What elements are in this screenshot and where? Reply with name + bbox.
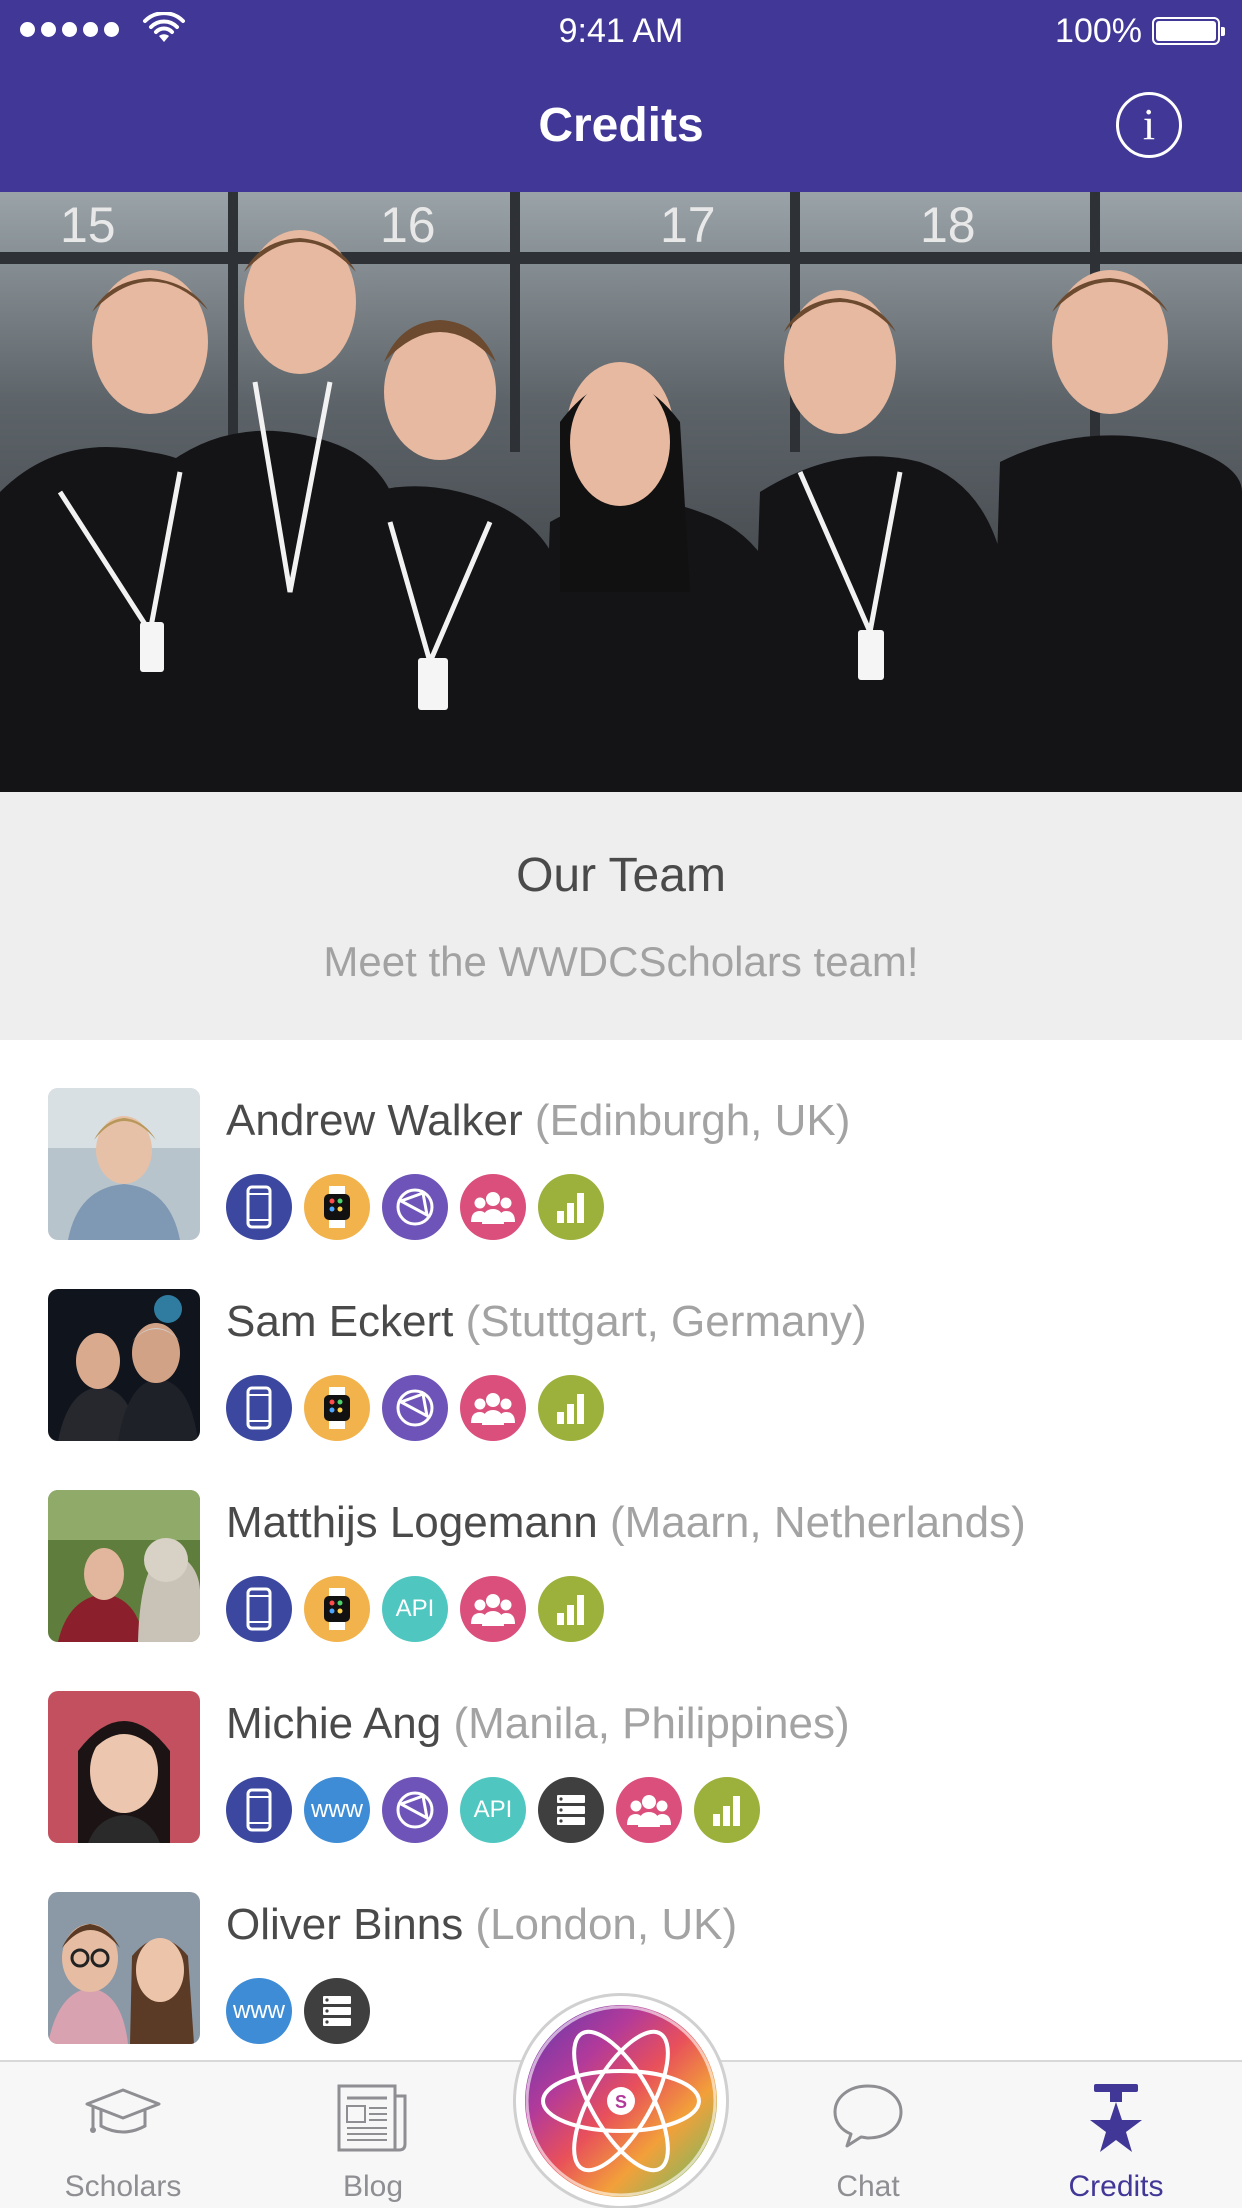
star-icon [1090, 2084, 1142, 2152]
watch-icon [304, 1375, 370, 1441]
svg-text:S: S [615, 2092, 627, 2112]
member-location: (Manila, Philippines) [453, 1699, 850, 1748]
page-title: Credits [538, 99, 704, 152]
member-name: Matthijs Logemann [226, 1498, 598, 1547]
tab-label: Chat [836, 2170, 900, 2203]
team-icon [460, 1375, 526, 1441]
tab-blog[interactable]: Blog [273, 2062, 473, 2208]
team-member-row[interactable]: Matthijs Logemann (Maarn, Netherlands) A… [0, 1442, 1242, 1642]
analytics-icon [694, 1777, 760, 1843]
svg-text:17: 17 [660, 197, 716, 253]
info-icon: i [1142, 100, 1156, 149]
battery-icon [1152, 17, 1225, 45]
member-location: (Edinburgh, UK) [534, 1096, 851, 1145]
iphone-icon [226, 1777, 292, 1843]
member-name-line: Andrew Walker (Edinburgh, UK) [226, 1096, 850, 1146]
team-photo: 15 16 17 18 [0, 192, 1242, 792]
team-intro-section: Our Team Meet the WWDCScholars team! [0, 792, 1242, 1040]
api-label: API [395, 1595, 435, 1622]
skill-badges [226, 1174, 604, 1240]
analytics-icon [538, 1174, 604, 1240]
section-subtitle: Meet the WWDCScholars team! [323, 938, 919, 985]
member-location: (London, UK) [475, 1900, 738, 1949]
graduation-cap-icon [85, 2088, 161, 2134]
team-member-list: Andrew Walker (Edinburgh, UK) Sam Eckert… [0, 1040, 1242, 2060]
member-name: Oliver Binns [226, 1900, 464, 1949]
api-label: API [473, 1796, 513, 1823]
tab-chat[interactable]: Chat [768, 2062, 968, 2208]
navigation-header: 9:41 AM 100% Credits i [0, 0, 1242, 192]
skill-badges: www API [226, 1777, 760, 1843]
avatar [48, 1892, 200, 2044]
status-bar: 9:41 AM 100% [0, 0, 1242, 60]
tab-credits[interactable]: Credits [1016, 2062, 1216, 2208]
newspaper-icon [337, 2084, 407, 2152]
tab-label: Blog [342, 2170, 404, 2203]
www-icon: www [226, 1978, 292, 2044]
section-title: Our Team [516, 849, 726, 902]
team-member-row[interactable]: Sam Eckert (Stuttgart, Germany) [0, 1241, 1242, 1441]
avatar [48, 1088, 200, 1240]
analytics-icon [538, 1576, 604, 1642]
watch-icon [304, 1174, 370, 1240]
avatar [48, 1289, 200, 1441]
analytics-icon [538, 1375, 604, 1441]
iphone-icon [226, 1576, 292, 1642]
skill-badges: API [226, 1576, 604, 1642]
member-location: (Maarn, Netherlands) [610, 1498, 1026, 1547]
design-icon [382, 1375, 448, 1441]
skill-badges: www [226, 1978, 370, 2044]
server-icon [304, 1978, 370, 2044]
center-home-button[interactable]: S [516, 1996, 726, 2206]
www-icon: www [304, 1777, 370, 1843]
avatar [48, 1490, 200, 1642]
member-location: (Stuttgart, Germany) [465, 1297, 867, 1346]
www-label: www [233, 1997, 285, 2024]
skill-badges [226, 1375, 604, 1441]
tab-scholars[interactable]: Scholars [23, 2062, 223, 2208]
team-member-row[interactable]: Michie Ang (Manila, Philippines) www API [0, 1643, 1242, 1843]
member-name-line: Michie Ang (Manila, Philippines) [226, 1699, 850, 1749]
member-name: Andrew Walker [226, 1096, 523, 1145]
svg-text:18: 18 [920, 197, 976, 253]
svg-text:16: 16 [380, 197, 436, 253]
team-member-row[interactable]: Andrew Walker (Edinburgh, UK) [0, 1040, 1242, 1240]
avatar [48, 1691, 200, 1843]
member-name-line: Sam Eckert (Stuttgart, Germany) [226, 1297, 867, 1347]
server-icon [538, 1777, 604, 1843]
atom-logo-icon: S [525, 2005, 717, 2197]
watch-icon [304, 1576, 370, 1642]
member-name: Michie Ang [226, 1699, 442, 1748]
api-icon: API [460, 1777, 526, 1843]
www-label: www [311, 1796, 363, 1823]
info-button[interactable]: i [1116, 92, 1182, 158]
chat-bubble-icon [833, 2084, 903, 2148]
team-icon [616, 1777, 682, 1843]
member-name-line: Matthijs Logemann (Maarn, Netherlands) [226, 1498, 1026, 1548]
team-icon [460, 1174, 526, 1240]
member-name-line: Oliver Binns (London, UK) [226, 1900, 737, 1950]
member-name: Sam Eckert [226, 1297, 454, 1346]
battery-percentage: 100% [1055, 12, 1142, 50]
design-icon [382, 1174, 448, 1240]
team-icon [460, 1576, 526, 1642]
design-icon [382, 1777, 448, 1843]
iphone-icon [226, 1375, 292, 1441]
api-icon: API [382, 1576, 448, 1642]
tab-label: Credits [1068, 2170, 1164, 2203]
svg-text:15: 15 [60, 197, 116, 253]
tab-label: Scholars [64, 2170, 182, 2203]
iphone-icon [226, 1174, 292, 1240]
